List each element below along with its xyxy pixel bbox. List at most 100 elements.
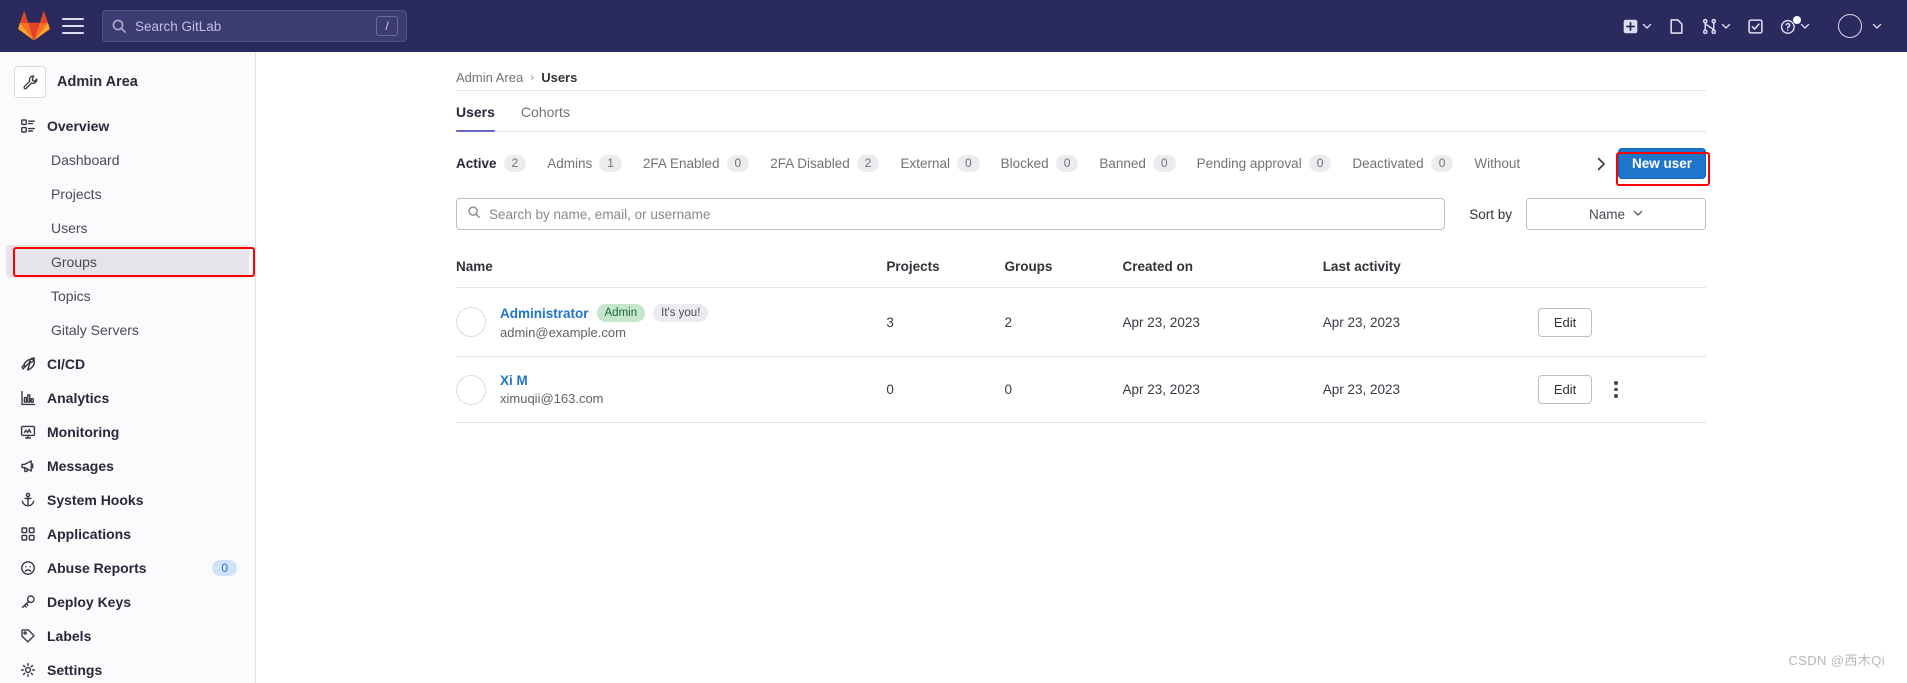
breadcrumb-parent[interactable]: Admin Area <box>456 70 523 85</box>
global-search-input[interactable]: Search GitLab / <box>102 10 407 42</box>
filter-pending-approval[interactable]: Pending approval 0 <box>1197 155 1332 172</box>
filter-without[interactable]: Without <box>1474 156 1520 171</box>
filter-2fa-disabled[interactable]: 2FA Disabled 2 <box>770 155 880 172</box>
user-menu[interactable] <box>1831 8 1889 44</box>
edit-user-button[interactable]: Edit <box>1537 375 1593 404</box>
column-header-groups: Groups <box>1004 259 1123 288</box>
user-filter-bar: Active 2 Admins 1 2FA Enabled 0 2FA Disabled 2 E… <box>456 132 1706 182</box>
user-email: ximuqii@163.com <box>500 391 604 406</box>
sidebar-item-topics[interactable]: Topics <box>6 279 249 312</box>
filter-2fa-enabled[interactable]: 2FA Enabled 0 <box>642 155 750 172</box>
badge-admin: Admin <box>596 304 646 322</box>
users-table-head: Name Projects Groups Created on Last act… <box>456 259 1706 288</box>
column-header-created-on: Created on <box>1122 259 1323 288</box>
chevron-down-icon <box>1633 205 1643 223</box>
sidebar-item-users[interactable]: Users <box>6 211 249 244</box>
sidebar-item-label: Users <box>51 219 88 236</box>
filter-count-badge: 0 <box>1152 155 1176 172</box>
sort-by-dropdown[interactable]: Name <box>1526 198 1706 230</box>
filter-deactivated[interactable]: Deactivated 0 <box>1352 155 1454 172</box>
search-icon <box>467 205 481 224</box>
rocket-icon <box>20 356 36 372</box>
chevron-down-icon <box>1800 21 1810 31</box>
filter-count-badge: 0 <box>1055 155 1079 172</box>
sidebar-item-dashboard[interactable]: Dashboard <box>6 143 249 176</box>
user-search-input[interactable]: Search by name, email, or username <box>456 198 1446 230</box>
edit-user-button[interactable]: Edit <box>1537 307 1593 337</box>
label-tag-icon <box>20 628 36 644</box>
user-groups-count: 2 <box>1004 287 1123 357</box>
sidebar-item-groups[interactable]: Groups <box>6 245 249 278</box>
sidebar-item-applications[interactable]: Applications <box>6 517 249 550</box>
more-actions-icon[interactable] <box>1610 378 1622 401</box>
gitlab-logo[interactable] <box>18 11 50 41</box>
sidebar-item-gitaly-servers[interactable]: Gitaly Servers <box>6 313 249 346</box>
merge-requests-menu[interactable] <box>1694 12 1738 41</box>
sidebar-item-labels[interactable]: Labels <box>6 619 249 652</box>
key-icon <box>20 594 36 610</box>
user-name-cell: Administrator Admin It's you! admin@example… <box>456 287 887 357</box>
help-notification-dot <box>1793 15 1801 24</box>
sidebar-item-messages[interactable]: Messages <box>6 449 249 482</box>
sidebar-item-settings[interactable]: Settings <box>6 653 249 683</box>
sidebar-context-header[interactable]: Admin Area <box>0 58 255 108</box>
sidebar-item-label: Projects <box>51 185 102 202</box>
filter-banned[interactable]: Banned 0 <box>1099 155 1176 172</box>
filter-admins[interactable]: Admins 1 <box>547 155 622 172</box>
sidebar-item-analytics[interactable]: Analytics <box>6 381 249 414</box>
column-header-last-activity: Last activity <box>1322 259 1538 288</box>
user-name-link[interactable]: Xi M <box>500 373 528 388</box>
column-header-projects: Projects <box>886 259 1005 288</box>
user-actions-cell: Edit <box>1537 356 1706 423</box>
breadcrumb-separator: › <box>530 70 535 84</box>
filter-count-badge: 0 <box>1430 155 1454 172</box>
sidebar-item-system-hooks[interactable]: System Hooks <box>6 483 249 516</box>
chevron-right-icon[interactable] <box>1590 157 1612 171</box>
user-created-on: Apr 23, 2023 <box>1122 356 1323 423</box>
filter-blocked[interactable]: Blocked 0 <box>1001 155 1079 172</box>
search-and-sort-row: Search by name, email, or username Sort … <box>456 198 1706 230</box>
column-header-name: Name <box>456 259 887 288</box>
sidebar-item-deploy-keys[interactable]: Deploy Keys <box>6 585 249 618</box>
sidebar-item-ci-cd[interactable]: CI/CD <box>6 347 249 380</box>
user-actions-cell: Edit <box>1537 287 1706 357</box>
issues-link[interactable] <box>1661 12 1692 41</box>
grid-squares-icon <box>20 526 36 542</box>
top-navigation-bar: Search GitLab / <box>0 0 1907 52</box>
hamburger-menu-icon[interactable] <box>62 13 88 39</box>
table-header-row: Name Projects Groups Created on Last act… <box>456 259 1706 288</box>
filter-label: External <box>900 156 950 171</box>
help-menu[interactable] <box>1773 12 1817 41</box>
filter-label: 2FA Enabled <box>642 156 720 171</box>
sidebar-item-monitoring[interactable]: Monitoring <box>6 415 249 448</box>
sidebar-item-label: Messages <box>47 457 114 474</box>
breadcrumb-current[interactable]: Users <box>541 70 577 85</box>
filter-count-badge: 2 <box>503 155 527 172</box>
filter-external[interactable]: External 0 <box>900 155 980 172</box>
filter-active[interactable]: Active 2 <box>456 155 527 172</box>
tab-cohorts[interactable]: Cohorts <box>521 104 570 131</box>
sidebar-item-label: Monitoring <box>47 423 120 440</box>
todo-check-icon <box>1747 18 1764 35</box>
new-user-button[interactable]: New user <box>1617 148 1706 179</box>
tab-users[interactable]: Users <box>456 104 495 132</box>
sidebar-item-label: Deploy Keys <box>47 593 132 610</box>
user-projects-count: 3 <box>886 287 1005 357</box>
todos-link[interactable] <box>1740 12 1771 41</box>
filter-label: Without <box>1474 156 1521 171</box>
monitor-icon <box>20 424 36 440</box>
sidebar-item-abuse-reports[interactable]: Abuse Reports 0 <box>6 551 249 584</box>
search-icon <box>111 18 127 34</box>
sidebar-item-label: Analytics <box>47 389 110 406</box>
wrench-icon <box>14 66 46 98</box>
user-name-link[interactable]: Administrator <box>500 306 589 321</box>
sidebar-item-overview[interactable]: Overview <box>6 109 249 142</box>
users-table: Name Projects Groups Created on Last act… <box>456 259 1706 423</box>
filter-label: Admins <box>547 156 593 171</box>
filter-label: Blocked <box>1000 156 1049 171</box>
anchor-icon <box>20 492 36 508</box>
sidebar-item-projects[interactable]: Projects <box>6 177 249 210</box>
create-new-menu[interactable] <box>1615 12 1659 41</box>
avatar <box>456 307 486 337</box>
user-last-activity: Apr 23, 2023 <box>1322 287 1538 357</box>
